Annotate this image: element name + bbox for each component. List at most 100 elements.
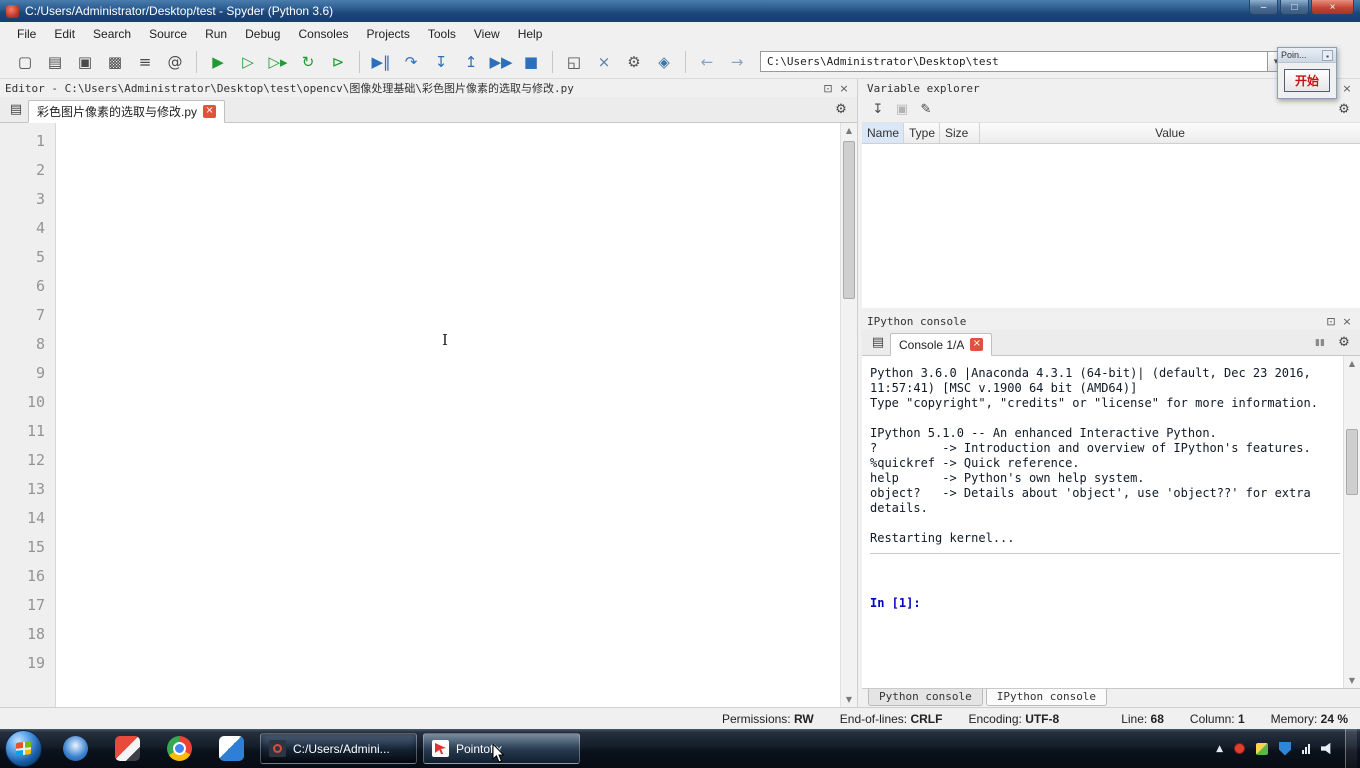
close-pane-icon[interactable]: × [1339, 315, 1355, 328]
editor-body: 1 2 3 4 5 6 7 8 9 10 11 12 13 14 15 16 17 18 19 I ▲ ▼ [0, 123, 857, 707]
run-cell-icon[interactable]: ▷ [233, 49, 263, 75]
open-file-icon[interactable]: ▤ [40, 49, 70, 75]
column-header-size[interactable]: Size [940, 123, 980, 143]
symbol-finder-icon[interactable]: @ [160, 49, 190, 75]
tab-close-icon[interactable]: × [970, 338, 984, 351]
options-icon[interactable]: ⚙ [1332, 333, 1356, 353]
volume-icon[interactable] [1321, 742, 1331, 755]
console-output[interactable]: Python 3.6.0 |Anaconda 4.3.1 (64-bit)| (… [862, 356, 1360, 688]
menu-item[interactable]: Edit [45, 24, 84, 44]
options-icon[interactable]: ⚙ [829, 100, 853, 120]
start-button[interactable] [5, 730, 42, 767]
menu-item[interactable]: Search [84, 24, 140, 44]
file-switcher-icon[interactable]: ≡ [130, 49, 160, 75]
line-number: 19 [26, 654, 45, 672]
variable-explorer-pane: Variable explorer ⊡ × ↧▣✎ ⚙ Name Type Si… [862, 79, 1360, 308]
fullscreen-icon[interactable]: × [589, 49, 619, 75]
variable-explorer-toolbar: ↧ ▣ ✎ ⚙ [862, 97, 1360, 123]
pinned-app-4[interactable] [205, 729, 257, 768]
column-header-name[interactable]: Name [862, 123, 904, 143]
maximize-button[interactable]: □ [1280, 0, 1309, 15]
security-shield-icon[interactable] [1279, 741, 1291, 756]
forward-icon[interactable]: → [722, 49, 752, 75]
tray-app-icon-red[interactable] [1234, 743, 1245, 754]
tab-close-icon[interactable]: × [203, 105, 217, 118]
step-out-icon[interactable]: ↥ [456, 49, 486, 75]
run-cell-advance-icon[interactable]: ▷▸ [263, 49, 293, 75]
scroll-up-icon[interactable]: ▲ [841, 123, 857, 138]
step-into-icon[interactable]: ↧ [426, 49, 456, 75]
undock-icon[interactable]: ⊡ [820, 82, 836, 95]
console-tab[interactable]: Console 1/A × [890, 333, 993, 356]
menu-item[interactable]: Debug [236, 24, 289, 44]
pythonpath-icon[interactable]: ◈ [649, 49, 679, 75]
stop-icon[interactable]: ■ [516, 49, 546, 75]
code-editor[interactable]: I [56, 123, 840, 707]
pointofix-body: 开始 [1278, 63, 1336, 98]
pinned-app-3[interactable] [153, 729, 205, 768]
back-icon[interactable]: ← [692, 49, 722, 75]
run-icon[interactable]: ▶ [203, 49, 233, 75]
line-number: 14 [26, 509, 45, 527]
close-pane-icon[interactable]: × [1339, 82, 1355, 95]
pointofix-title: Poin... [1281, 50, 1307, 60]
undock-icon[interactable]: ⊡ [1323, 315, 1339, 328]
pointofix-title-bar[interactable]: Poin... ▪ [1278, 48, 1336, 63]
column-header-type[interactable]: Type [904, 123, 940, 143]
tray-expand-icon[interactable]: ▲ [1216, 744, 1223, 754]
new-file-icon[interactable]: ▢ [10, 49, 40, 75]
rerun-cell-icon[interactable]: ↻ [293, 49, 323, 75]
scrollbar-track[interactable] [1344, 371, 1360, 673]
scroll-down-icon[interactable]: ▼ [841, 692, 857, 707]
browse-tabs-icon[interactable]: ▤ [4, 100, 28, 120]
console-prompt: In [1]: [870, 596, 921, 610]
browse-tabs-icon[interactable]: ▤ [866, 333, 890, 353]
menu-item[interactable]: Help [509, 24, 552, 44]
editor-tab[interactable]: 彩色图片像素的选取与修改.py × [28, 100, 226, 123]
tab-python-console[interactable]: Python console [868, 689, 983, 706]
save-icon[interactable]: ▣ [70, 49, 100, 75]
working-directory-input[interactable] [760, 51, 1268, 72]
continue-icon[interactable]: ▶▶ [486, 49, 516, 75]
pinned-app-1[interactable] [49, 729, 101, 768]
scrollbar-thumb[interactable] [1346, 429, 1358, 495]
menu-item[interactable]: Tools [419, 24, 465, 44]
menu-item[interactable]: Source [140, 24, 196, 44]
menu-item[interactable]: Run [196, 24, 236, 44]
options-icon[interactable]: ⚙ [1332, 100, 1356, 120]
console-scrollbar[interactable]: ▲ ▼ [1343, 356, 1360, 688]
interrupt-kernel-icon[interactable]: ▮▮ [1308, 333, 1332, 353]
menu-item[interactable]: Consoles [289, 24, 357, 44]
pointofix-menu-icon[interactable]: ▪ [1322, 49, 1333, 61]
variable-table-body[interactable] [862, 144, 1360, 308]
save-data-icon[interactable]: ▣ [890, 100, 914, 120]
taskbar-window-spyder[interactable]: C:/Users/Admini... [260, 733, 417, 764]
menu-item[interactable]: File [8, 24, 45, 44]
show-desktop-button[interactable] [1345, 729, 1357, 768]
step-over-icon[interactable]: ↷ [396, 49, 426, 75]
tab-ipython-console[interactable]: IPython console [985, 689, 1108, 706]
import-data-icon[interactable]: ↧ [866, 100, 890, 120]
menu-item[interactable]: Projects [358, 24, 419, 44]
minimize-button[interactable]: – [1249, 0, 1278, 15]
pinned-app-2[interactable] [101, 729, 153, 768]
scroll-up-icon[interactable]: ▲ [1344, 356, 1360, 371]
maximize-pane-icon[interactable]: ◱ [559, 49, 589, 75]
close-pane-icon[interactable]: × [836, 82, 852, 95]
pointofix-start-button[interactable]: 开始 [1283, 69, 1330, 92]
preferences-icon[interactable]: ⚙ [619, 49, 649, 75]
scrollbar-thumb[interactable] [843, 141, 855, 299]
scroll-down-icon[interactable]: ▼ [1344, 673, 1360, 688]
save-data-as-icon[interactable]: ✎ [914, 100, 938, 120]
scrollbar-track[interactable] [841, 138, 857, 692]
close-button[interactable]: × [1311, 0, 1354, 15]
tray-app-icon[interactable] [1256, 742, 1268, 755]
column-header-value[interactable]: Value [980, 123, 1360, 143]
save-all-icon[interactable]: ▩ [100, 49, 130, 75]
run-selection-icon[interactable]: ⊳ [323, 49, 353, 75]
debug-file-icon[interactable]: ▶‖ [366, 49, 396, 75]
network-icon[interactable] [1302, 743, 1310, 754]
editor-scrollbar[interactable]: ▲ ▼ [840, 123, 857, 707]
menu-item[interactable]: View [465, 24, 509, 44]
